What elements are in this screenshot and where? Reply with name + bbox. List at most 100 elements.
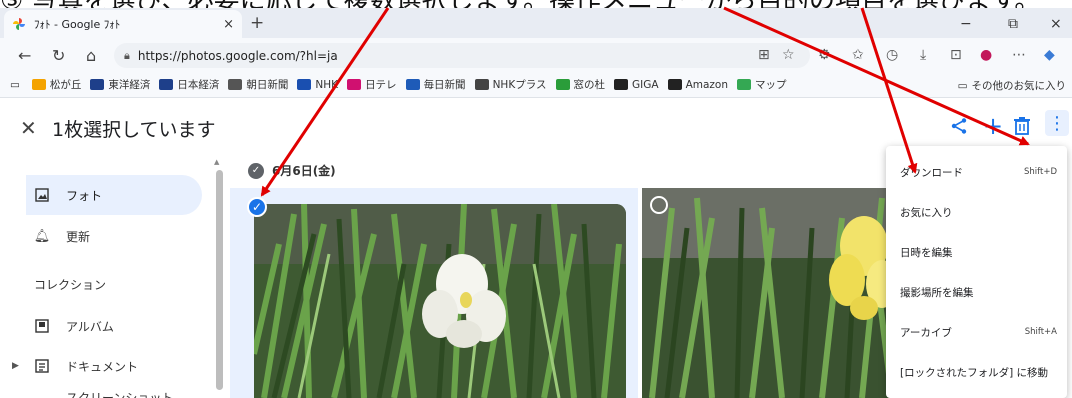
extensions-icon[interactable]: ⚙	[818, 47, 831, 63]
scroll-up-icon[interactable]: ▲	[214, 158, 219, 166]
sidebar-scrollbar[interactable]	[216, 170, 223, 390]
share-icon[interactable]	[950, 116, 968, 140]
sidebar-item-albums[interactable]: アルバム	[26, 306, 202, 346]
split-screen-icon[interactable]: ⊞	[758, 47, 770, 63]
menu-item[interactable]: 日時を編集	[886, 232, 1067, 272]
clear-selection-icon[interactable]: ✕	[20, 116, 37, 140]
bookmark-label: 朝日新聞	[246, 79, 289, 91]
sidebar-item-label: フォト	[66, 188, 103, 203]
bookmark-favicon-icon	[667, 79, 682, 90]
menu-item-label: 日時を編集	[900, 246, 953, 259]
sidebar-item-updates[interactable]: 🔔︎ 更新	[26, 216, 202, 256]
menu-item[interactable]: お気に入り	[886, 192, 1067, 232]
bookmark-favicon-icon	[474, 79, 489, 90]
menu-item-label: ダウンロード	[900, 166, 963, 179]
bookmark-favicon-icon	[405, 79, 420, 90]
bookmark-item[interactable]: 松が丘	[31, 77, 81, 92]
unselected-check-icon[interactable]	[650, 196, 668, 214]
bookmark-item[interactable]: Amazon	[667, 77, 728, 92]
sidebar-item-screenshots[interactable]: スクリーンショット	[26, 382, 202, 398]
sidebar-item-documents[interactable]: ▶ ドキュメント	[12, 346, 202, 386]
site-info-icon[interactable]: 🔒︎	[124, 49, 130, 63]
bookmark-label: 日テレ	[365, 79, 397, 91]
bookmark-item[interactable]: 窓の杜	[555, 77, 605, 92]
menu-item-label: お気に入り	[900, 206, 953, 219]
bookmark-favicon-icon	[737, 79, 751, 90]
section-collections: コレクション	[34, 278, 107, 292]
bookmark-label: 東洋経済	[108, 79, 151, 91]
sidebar: フォト 🔔︎ 更新 コレクション アルバム ▶ ドキュメント スクリーンショット…	[0, 158, 230, 398]
bookmark-item[interactable]: 日本経済	[159, 77, 219, 92]
date-group-header: ✓ 6月6日(金)	[248, 162, 336, 179]
bookmark-item[interactable]: NHK	[297, 77, 338, 92]
bookmark-item[interactable]: 日テレ	[347, 77, 397, 92]
bookmark-favicon-icon	[159, 79, 174, 90]
sidebar-item-photos[interactable]: フォト	[26, 175, 202, 215]
restore-button[interactable]: ⧉	[1008, 16, 1018, 32]
reload-icon[interactable]: ↻	[52, 46, 65, 65]
copilot-icon[interactable]: ◆	[1044, 47, 1055, 63]
bookmark-label: マップ	[755, 79, 787, 91]
select-date-icon[interactable]: ✓	[248, 162, 264, 179]
tab-google-photos[interactable]: ﾌｫﾄ - Google ﾌｫﾄ ×	[4, 10, 242, 38]
menu-item[interactable]: 撮影場所を編集	[886, 272, 1067, 312]
url-bar[interactable]: 🔒︎ https://photos.google.com/?hl=ja	[114, 43, 810, 68]
favorites-icon[interactable]: ✩	[852, 47, 864, 63]
tab-close-icon[interactable]: ×	[223, 17, 234, 32]
sidebar-item-label: スクリーンショット	[66, 390, 174, 398]
back-icon[interactable]: ←	[18, 46, 31, 65]
bookmark-item[interactable]: 東洋経済	[90, 77, 150, 92]
home-icon[interactable]: ⌂	[86, 46, 96, 65]
bookmark-favicon-icon	[228, 79, 243, 90]
google-photos-icon	[13, 18, 25, 30]
bookmark-label: 毎日新聞	[423, 79, 466, 91]
folder-icon: ▭	[957, 79, 968, 92]
bookmark-item[interactable]: マップ	[737, 77, 787, 92]
more-options-menu: ダウンロード Shift+D お気に入り日時を編集撮影場所を編集 アーカイブ Shift…	[886, 146, 1067, 398]
menu-item-label: アーカイブ	[900, 326, 952, 339]
collections-icon[interactable]: ▭	[10, 79, 20, 91]
bookmark-item[interactable]: NHKプラス	[474, 77, 547, 92]
sidebar-item-label: ドキュメント	[66, 359, 139, 374]
bookmark-item[interactable]: GIGA	[614, 77, 659, 92]
address-row: ← ↻ ⌂ 🔒︎ https://photos.google.com/?hl=j…	[0, 38, 1072, 72]
add-icon[interactable]: +	[983, 112, 1003, 140]
bookmarks-list: 松が丘 東洋経済 日本経済 朝日新聞 NHK 日テレ 毎日新聞 NHKプラス 窓の杜 GIGA Am…	[31, 77, 796, 92]
favorite-star-icon[interactable]: ☆	[782, 47, 795, 63]
more-icon[interactable]: ⋯	[1012, 47, 1026, 63]
delete-icon[interactable]	[1014, 116, 1030, 140]
bookmark-item[interactable]: 朝日新聞	[228, 77, 288, 92]
screenshot-collection-icon	[34, 389, 50, 398]
window-close-button[interactable]: ×	[1050, 16, 1062, 32]
menu-item[interactable]: ダウンロード Shift+D	[886, 152, 1067, 192]
tab-bar: ﾌｫﾄ - Google ﾌｫﾄ × + − ⧉ ×	[0, 8, 1072, 38]
selection-count: 1枚選択しています	[52, 119, 216, 141]
more-options-icon[interactable]: ⋮	[1045, 110, 1069, 136]
url-text: https://photos.google.com/?hl=ja	[137, 48, 338, 63]
bookmark-item[interactable]: 毎日新聞	[405, 77, 466, 92]
screenshot-icon[interactable]: ⊡	[950, 47, 962, 63]
screen: ③ 写真を選び、必要に応じて複数選択します。操作メニューから目的の項目を選びます…	[0, 0, 1072, 398]
menu-item[interactable]: [ロックされたフォルダ] に移動	[886, 352, 1067, 392]
menu-item[interactable]: アーカイブ Shift+A	[886, 312, 1067, 352]
expand-arrow-icon[interactable]: ▶	[12, 361, 19, 371]
photo-yellow-iris[interactable]	[642, 188, 902, 398]
bookmark-label: NHK	[315, 78, 339, 91]
bookmark-label: Amazon	[685, 78, 728, 91]
menu-item-label: [ロックされたフォルダ] に移動	[900, 366, 1049, 379]
bookmark-label: NHKプラス	[492, 79, 547, 91]
bookmark-favicon-icon	[347, 79, 362, 90]
download-icon[interactable]: ⤓	[920, 47, 926, 63]
minimize-button[interactable]: −	[960, 16, 972, 32]
new-tab-button[interactable]: +	[250, 13, 264, 33]
other-bookmarks[interactable]: ▭ その他のお気に入り	[958, 78, 1066, 93]
history-icon[interactable]: ◷	[886, 47, 898, 63]
bookmark-label: GIGA	[632, 78, 659, 91]
selected-check-icon[interactable]: ✓	[247, 197, 267, 217]
bookmark-favicon-icon	[90, 79, 105, 90]
extension-cherry-icon[interactable]: ●	[980, 47, 992, 63]
photo-icon	[34, 187, 50, 203]
photo-white-iris[interactable]	[254, 204, 626, 398]
date-label: 6月6日(金)	[272, 164, 336, 178]
bookmark-favicon-icon	[614, 79, 628, 90]
